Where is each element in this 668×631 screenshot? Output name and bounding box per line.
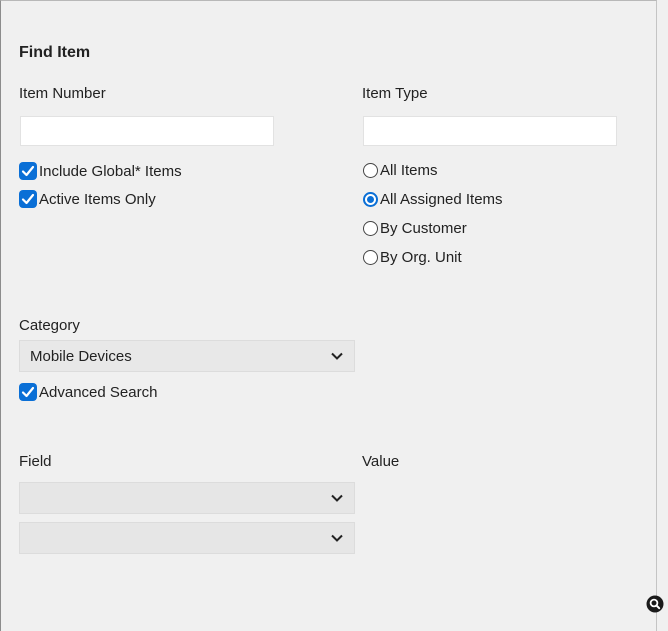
radio-icon (363, 221, 378, 236)
checkbox-label: Advanced Search (39, 383, 158, 401)
checkbox-label: Include Global* Items (39, 162, 182, 180)
radio-icon (363, 163, 378, 178)
radio-selected-icon (363, 192, 378, 207)
advanced-search-checkbox[interactable]: Advanced Search (19, 383, 157, 401)
category-selected-value: Mobile Devices (30, 347, 132, 365)
item-number-input[interactable] (20, 116, 274, 146)
radio-label: All Items (380, 162, 438, 179)
radio-label: By Org. Unit (380, 249, 462, 266)
check-icon (19, 190, 37, 208)
active-items-only-checkbox[interactable]: Active Items Only (19, 190, 156, 208)
value-label: Value (362, 453, 400, 470)
find-item-panel: Find Item Item Number Item Type Include … (0, 0, 664, 631)
radio-by-org-unit[interactable]: By Org. Unit (363, 249, 462, 266)
radio-by-customer[interactable]: By Customer (363, 220, 467, 237)
category-label: Category (19, 317, 80, 334)
include-global-items-checkbox[interactable]: Include Global* Items (19, 162, 182, 180)
item-number-label: Item Number (19, 85, 106, 102)
check-icon (19, 383, 37, 401)
field-label: Field (19, 453, 52, 470)
field-select-2[interactable] (19, 522, 355, 554)
chevron-down-icon (331, 352, 343, 360)
radio-label: By Customer (380, 220, 467, 237)
radio-label: All Assigned Items (380, 191, 503, 208)
field-select-1[interactable] (19, 482, 355, 514)
checkbox-label: Active Items Only (39, 190, 156, 208)
panel-title: Find Item (19, 44, 91, 61)
item-type-input[interactable] (363, 116, 617, 146)
search-icon[interactable] (646, 595, 664, 613)
item-type-label: Item Type (362, 85, 428, 102)
radio-icon (363, 250, 378, 265)
chevron-down-icon (331, 534, 343, 542)
radio-all-assigned-items[interactable]: All Assigned Items (363, 191, 503, 208)
check-icon (19, 162, 37, 180)
category-select[interactable]: Mobile Devices (19, 340, 355, 372)
chevron-down-icon (331, 494, 343, 502)
radio-all-items[interactable]: All Items (363, 162, 438, 179)
